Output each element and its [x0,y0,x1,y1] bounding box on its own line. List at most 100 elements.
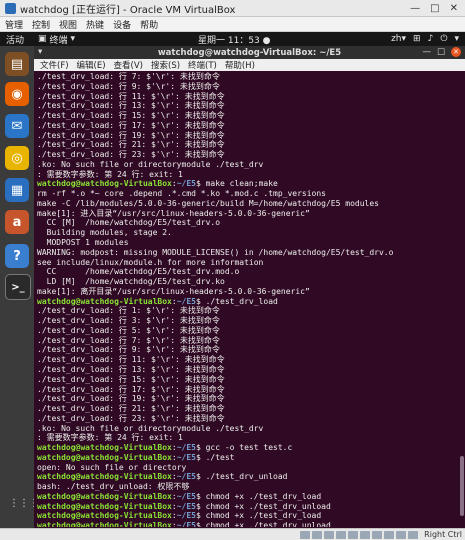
terminal-title: watchdog@watchdog-VirtualBox: ~/E5 [157,47,342,58]
terminal-line: bash: ./test_drv_unload: 权限不够 [37,482,465,492]
virtualbox-app-icon [5,2,16,14]
menu-manage[interactable]: 管理 [5,18,23,31]
output-text: ./test_drv_load: 行 15: $'\r': 未找到命令 [37,374,225,384]
terminal-scrollbar[interactable] [460,76,464,516]
terminal-line: ./test_drv_load: 行 11: $'\r': 未找到命令 [37,92,465,102]
output-text: make[1]: 进入目录“/usr/src/linux-headers-5.0… [37,208,310,218]
terminal-menu-search[interactable]: 搜索(S) [151,59,180,71]
output-text: ./test_drv_load: 行 9: $'\r': 未找到命令 [37,81,220,91]
menu-devices[interactable]: 设备 [113,18,131,31]
terminal-line: MODPOST 1 modules [37,238,465,248]
output-text: ./test_drv_load: 行 11: $'\r': 未找到命令 [37,355,225,365]
output-text: LD [M] /home/watchdog/E5/test_drv.ko [37,277,225,287]
terminal-menu-edit[interactable]: 编辑(E) [77,59,106,71]
display-status-icon[interactable] [372,530,383,539]
output-text: .ko: No such file or directorymodule ./t… [37,159,264,169]
software-icon[interactable]: a [5,210,29,234]
command-text: $ chmod +x ./test_drv_load [195,491,322,501]
mouse-integration-icon[interactable] [408,530,419,539]
terminal-line: ./test_drv_load: 行 5: $'\r': 未找到命令 [37,326,465,336]
output-text: ./test_drv_load: 行 17: $'\r': 未找到命令 [37,384,225,394]
command-text: $ chmod +x ./test_drv_unload [195,501,331,511]
network-icon[interactable]: ⊞ [413,34,421,44]
output-text: MODPOST 1 modules [37,238,129,248]
terminal-line: ./test_drv_load: 行 7: $'\r': 未找到命令 [37,72,465,82]
terminal-line: watchdog@watchdog-VirtualBox:~/E5$ chmod… [37,521,465,527]
prompt-path: ~/E5 [176,501,196,511]
cpu-status-icon[interactable] [396,530,407,539]
close-button[interactable]: ✕ [450,3,458,14]
app-menu-label: 终端 [49,35,68,46]
input-method-button[interactable]: zh▾ [391,34,406,44]
minimize-button[interactable]: — [410,3,420,14]
usb-status-icon[interactable] [348,530,359,539]
command-text: $ gcc -o test test.c [195,443,293,453]
writer-icon[interactable]: ▦ [5,178,29,202]
output-text: ./test_drv_load: 行 7: $'\r': 未找到命令 [37,335,220,345]
system-menu-chevron-icon[interactable]: ▾ [454,34,459,44]
power-icon[interactable]: ⏻ [440,34,447,44]
terminal-line: make -C /lib/modules/5.0.0-36-generic/bu… [37,199,465,209]
terminal-menu-view[interactable]: 查看(V) [114,59,143,71]
thunderbird-icon[interactable]: ✉ [5,114,29,138]
terminal-line: watchdog@watchdog-VirtualBox:~/E5$ ./tes… [37,472,465,482]
network-status-icon[interactable] [336,530,347,539]
optical-status-icon[interactable] [312,530,323,539]
terminal-menu-help[interactable]: 帮助(H) [225,59,255,71]
terminal-title-bar: ▾ watchdog@watchdog-VirtualBox: ~/E5 — □… [34,46,465,59]
terminal-line: make[1]: 离开目录“/usr/src/linux-headers-5.0… [37,287,465,297]
output-text: ./test_drv_load: 行 7: $'\r': 未找到命令 [37,72,220,81]
rhythmbox-icon[interactable]: ◎ [5,146,29,170]
menu-hotkey[interactable]: 热键 [86,18,104,31]
terminal-output[interactable]: ./test_drv_load: 行 7: $'\r': 未找到命令 ./test… [34,71,465,527]
command-text: $ ./test_drv_unload [195,472,288,482]
terminal-line: ./test_drv_load: 行 9: $'\r': 未找到命令 [37,82,465,92]
menu-view[interactable]: 视图 [59,18,77,31]
terminal-line: ./test_drv_load: 行 15: $'\r': 未找到命令 [37,375,465,385]
output-text: ./test_drv_load: 行 19: $'\r': 未找到命令 [37,130,225,140]
volume-icon[interactable]: ♪ [428,34,434,44]
app-menu-button[interactable]: ▣ 终端 ▾ [38,33,75,46]
chevron-down-icon: ▾ [70,34,76,44]
prompt-path: ~/E5 [176,521,196,527]
terminal-line: ./test_drv_load: 行 21: $'\r': 未找到命令 [37,140,465,150]
command-text: $ chmod +x ./test_drv_unload [195,521,331,527]
terminal-line: : 需要数字参数: 第 24 行: exit: 1 [37,433,465,443]
terminal-window-menu-icon[interactable]: ▾ [38,47,42,57]
hdd-status-icon[interactable] [300,530,311,539]
activities-button[interactable]: 活动 [6,33,24,46]
files-icon[interactable]: ▤ [5,52,29,76]
recording-status-icon[interactable] [384,530,395,539]
terminal-line: Building modules, stage 2. [37,228,465,238]
terminal-maximize-button[interactable]: □ [437,47,445,57]
terminal-close-button[interactable]: ✕ [451,47,461,57]
terminal-menu-terminal[interactable]: 终端(T) [188,59,217,71]
output-text: CC /home/watchdog/E5/test_drv.mod.o [37,267,240,277]
terminal-minimize-button[interactable]: — [422,47,431,57]
terminal-line: ./test_drv_load: 行 15: $'\r': 未找到命令 [37,111,465,121]
clock[interactable]: 星期一 11：53 ● [198,33,270,46]
prompt-path: ~/E5 [176,443,196,453]
terminal-line: watchdog@watchdog-VirtualBox:~/E5$ ./tes… [37,297,465,307]
terminal-menu-file[interactable]: 文件(F) [40,59,69,71]
prompt-path: ~/E5 [176,491,196,501]
prompt-path: ~/E5 [176,296,196,306]
maximize-button[interactable]: □ [430,3,439,14]
virtualbox-status-bar: Right Ctrl [0,528,465,540]
terminal-line: watchdog@watchdog-VirtualBox:~/E5$ chmod… [37,492,465,502]
menu-help[interactable]: 帮助 [140,18,158,31]
host-key-label: Right Ctrl [424,530,462,539]
output-text: : 需要数字参数: 第 24 行: exit: 1 [37,433,183,443]
prompt-path: ~/E5 [176,511,196,521]
menu-control[interactable]: 控制 [32,18,50,31]
shared-folders-status-icon[interactable] [360,530,371,539]
audio-status-icon[interactable] [324,530,335,539]
virtualbox-title-bar: watchdog [正在运行] - Oracle VM VirtualBox —… [0,0,465,17]
firefox-icon[interactable]: ◉ [5,82,29,106]
help-icon[interactable]: ? [5,244,29,268]
terminal-icon[interactable]: >_ [5,274,31,300]
terminal-line: ./test_drv_load: 行 1: $'\r': 未找到命令 [37,306,465,316]
prompt-path: ~/E5 [176,179,196,189]
ubuntu-dock: ▤ ◉ ✉ ◎ ▦ a ? >_ ⋮⋮⋮ [0,46,39,528]
scrollbar-thumb[interactable] [460,456,464,516]
